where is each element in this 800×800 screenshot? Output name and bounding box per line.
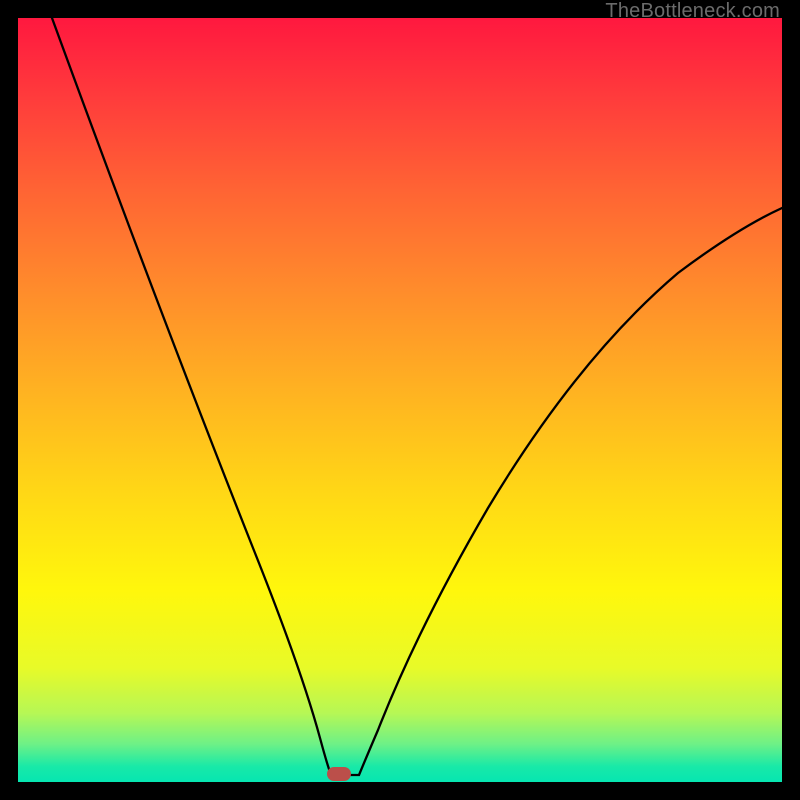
chart-frame: TheBottleneck.com — [0, 0, 800, 800]
watermark-text: TheBottleneck.com — [605, 0, 780, 23]
optimal-marker — [327, 767, 351, 781]
plot-area — [18, 18, 782, 782]
bottleneck-curve — [18, 18, 782, 782]
